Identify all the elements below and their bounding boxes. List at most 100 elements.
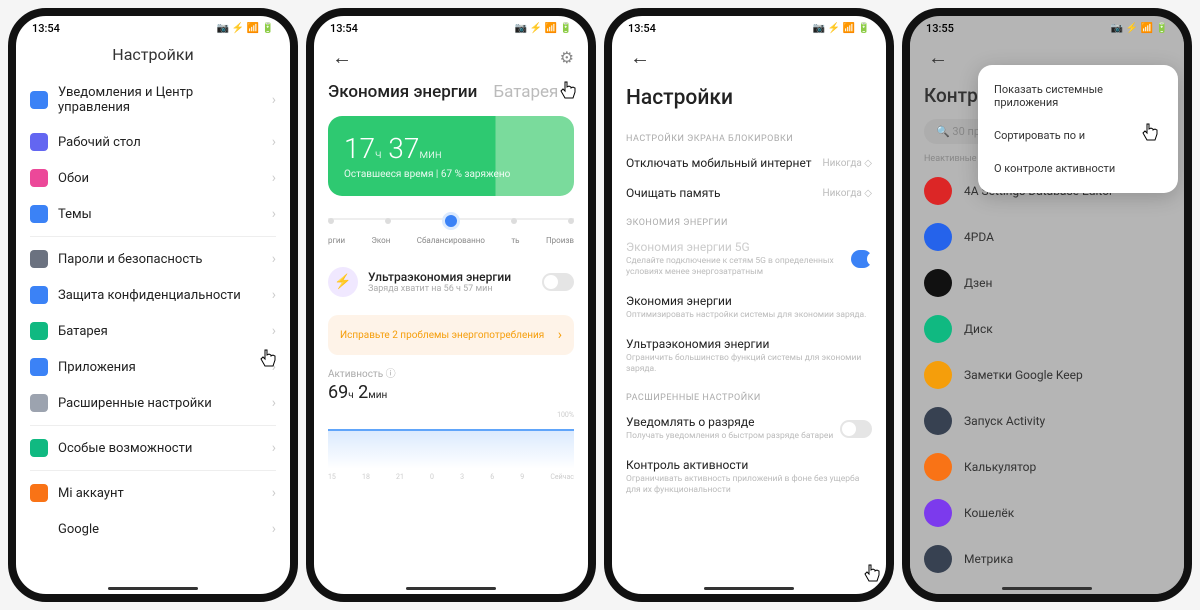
item-label: Уведомления и Центр управления [58,85,262,115]
app-icon [30,358,48,376]
app-item[interactable]: Метрика [924,536,1170,582]
back-icon[interactable]: ← [328,41,356,74]
app-icon [30,133,48,151]
home-indicator[interactable] [704,587,794,590]
settings-group-3: Особые возможности› [30,430,276,466]
battery-settings-screen: ← Настройки НАСТРОЙКИ ЭКРАНА БЛОКИРОВКИ … [612,37,886,594]
settings-group-1: Уведомления и Центр управления›Рабочий с… [30,76,276,232]
app-icon [924,315,952,343]
list-item[interactable]: Защита конфиденциальности› [30,277,276,313]
lightning-icon: ⚡ [328,267,358,297]
app-label: Кошелёк [964,506,1014,520]
app-icon [924,453,952,481]
app-item[interactable]: Запуск Activity [924,398,1170,444]
back-icon[interactable]: ← [924,41,952,74]
page-title: Настройки [626,78,872,124]
activity-chart[interactable]: 100% 75% 50% 1518210369Сейчас [328,411,574,481]
ultra-saving-row[interactable]: ⚡ Ультраэкономия энергии Заряда хватит н… [328,257,574,307]
setting-ultra-saving[interactable]: Ультраэкономия энергии Ограничить больши… [626,329,872,383]
app-item[interactable]: Калькулятор [924,444,1170,490]
section-advanced: РАСШИРЕННЫЕ НАСТРОЙКИ [626,383,872,407]
ultra-title: Ультраэкономия энергии [368,270,532,284]
setting-5g-saving[interactable]: Экономия энергии 5G Сделайте подключение… [626,232,872,286]
time: 13:54 [32,22,60,35]
app-icon [924,407,952,435]
activity-value: 69ч 2мин [328,382,574,403]
tab-energy-saving[interactable]: Экономия энергии [328,82,477,102]
app-item[interactable]: Дзен [924,260,1170,306]
battery-card[interactable]: 17ч 37мин Оставшееся время | 67 % заряже… [328,116,574,196]
app-item[interactable]: Заметки Google Keep [924,352,1170,398]
status-icons: 📷 ⚡ 📶 🔋 [1111,23,1168,34]
toggle-notify[interactable] [840,420,872,438]
fix-text: Исправьте 2 проблемы энергопотребления [340,330,544,341]
battery-subtitle: Оставшееся время | 67 % заряжено [344,169,558,180]
list-item[interactable]: Уведомления и Центр управления› [30,76,276,124]
home-indicator[interactable] [406,587,496,590]
settings-screen: Настройки Уведомления и Центр управления… [16,37,290,594]
item-label: Рабочий стол [58,135,262,150]
header-row: ← ⚙ [328,37,574,78]
app-item[interactable]: 4PDA [924,214,1170,260]
list-item[interactable]: Темы › [30,196,276,232]
chevron-right-icon: › [272,134,276,150]
setting-notify-discharge[interactable]: Уведомлять о разряде Получать уведомлени… [626,407,872,450]
statusbar: 13:54 📷 ⚡ 📶 🔋 [612,16,886,37]
phone-2: 13:54 📷 ⚡ 📶 🔋 ← ⚙ Экономия энергии Батар… [306,8,596,602]
tab-battery[interactable]: Батарея [493,82,558,102]
app-icon [30,286,48,304]
section-lockscreen: НАСТРОЙКИ ЭКРАНА БЛОКИРОВКИ [626,124,872,148]
fix-issues-card[interactable]: Исправьте 2 проблемы энергопотребления › [328,315,574,355]
mode-slider[interactable] [328,212,574,230]
app-item[interactable]: Диск [924,306,1170,352]
settings-group-2: Пароли и безопасность›Защита конфиденциа… [30,241,276,421]
item-label: Пароли и безопасность [58,252,262,267]
app-icon [30,394,48,412]
ultra-toggle[interactable] [542,273,574,291]
chevron-right-icon: › [272,170,276,186]
app-label: Дзен [964,276,992,290]
app-icon [924,177,952,205]
menu-show-system-apps[interactable]: Показать системные приложения [978,73,1178,119]
app-icon [924,545,952,573]
app-label: Метрика [964,552,1013,566]
list-item[interactable]: Рабочий стол › [30,124,276,160]
setting-mobile-data[interactable]: Отключать мобильный интернет Никогда ◇ [626,148,872,178]
item-label: Защита конфиденциальности [58,288,262,303]
mode-labels: ргииЭконСбалансированнотьПроизв [328,236,574,245]
list-item[interactable]: Обои › [30,160,276,196]
app-icon [30,250,48,268]
home-indicator[interactable] [108,587,198,590]
menu-about-activity[interactable]: О контроле активности [978,152,1178,185]
page-title: Настройки [30,37,276,76]
back-icon[interactable]: ← [626,41,654,74]
setting-clear-memory[interactable]: Очищать память Никогда ◇ [626,178,872,208]
setting-activity-control[interactable]: Контроль активности Ограничивать активно… [626,450,872,504]
list-item[interactable]: Приложения› [30,349,276,385]
item-label: Обои [58,171,262,186]
list-item[interactable]: Google› [30,511,276,547]
item-label: Темы [58,207,262,222]
app-item[interactable]: Кошелёк [924,490,1170,536]
toggle-5g[interactable] [851,250,872,268]
item-label: Приложения [58,360,262,375]
list-item[interactable]: Особые возможности› [30,430,276,466]
list-item[interactable]: Mi аккаунт› [30,475,276,511]
app-icon [30,439,48,457]
list-item[interactable]: Расширенные настройки› [30,385,276,421]
app-icon [30,484,48,502]
divider [30,236,276,237]
phone-1: 13:54 📷 ⚡ 📶 🔋 Настройки Уведомления и Це… [8,8,298,602]
chevron-right-icon: › [272,206,276,222]
app-icon [30,322,48,340]
list-item[interactable]: Батарея› [30,313,276,349]
app-icon [924,223,952,251]
menu-sort-by[interactable]: Сортировать по и [978,119,1178,152]
home-indicator[interactable] [1002,587,1092,590]
setting-energy-saving[interactable]: Экономия энергии Оптимизировать настройк… [626,286,872,329]
item-label: Mi аккаунт [58,486,262,501]
settings-gear-icon[interactable]: ⚙ [560,48,574,67]
chevron-right-icon: › [272,440,276,456]
time: 13:54 [330,22,358,35]
list-item[interactable]: Пароли и безопасность› [30,241,276,277]
